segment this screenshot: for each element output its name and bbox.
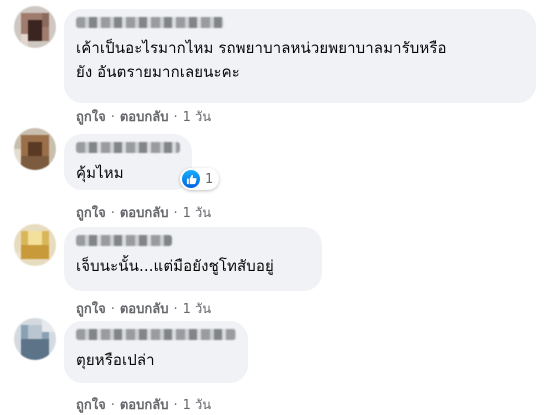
like-link[interactable]: ถูกใจ xyxy=(76,110,106,125)
avatar[interactable] xyxy=(14,318,56,360)
separator: · xyxy=(173,110,178,125)
timestamp[interactable]: 1 วัน xyxy=(183,110,212,125)
comment-bubble: ตุยหรือเปล่า xyxy=(64,321,248,383)
comment-bubble: เค้าเป็นอะไรมากไหม รถพยาบาลหน่วยพยาบาลมา… xyxy=(64,9,536,103)
comment-text: ตุยหรือเปล่า xyxy=(76,351,155,369)
comment-actions: ถูกใจ · ตอบกลับ · 1 วัน xyxy=(76,202,211,223)
commenter-name[interactable] xyxy=(76,142,180,153)
like-link[interactable]: ถูกใจ xyxy=(76,206,106,221)
reaction-count: 1 xyxy=(205,171,214,187)
avatar[interactable] xyxy=(14,224,56,266)
avatar[interactable] xyxy=(14,128,56,170)
like-link[interactable]: ถูกใจ xyxy=(76,398,106,413)
timestamp[interactable]: 1 วัน xyxy=(183,302,212,317)
reply-link[interactable]: ตอบกลับ xyxy=(120,110,169,125)
comment-text: เค้าเป็นอะไรมากไหม รถพยาบาลหน่วยพยาบาลมา… xyxy=(76,39,447,81)
reply-link[interactable]: ตอบกลับ xyxy=(120,302,169,317)
comment-bubble: คุ้มไหม xyxy=(64,134,192,190)
reply-link[interactable]: ตอบกลับ xyxy=(120,206,169,221)
timestamp[interactable]: 1 วัน xyxy=(183,398,212,413)
comment-bubble: เจ็บนะนั้น...แต่มือยังชูโทสับอยู่ xyxy=(64,227,322,291)
separator: · xyxy=(173,302,178,317)
comment-actions: ถูกใจ · ตอบกลับ · 1 วัน xyxy=(76,298,211,319)
separator: · xyxy=(110,398,115,413)
comment-text: คุ้มไหม xyxy=(76,164,124,182)
avatar[interactable] xyxy=(14,6,56,48)
commenter-name[interactable] xyxy=(76,17,224,28)
commenter-name[interactable] xyxy=(76,235,172,246)
comment-text: เจ็บนะนั้น...แต่มือยังชูโทสับอยู่ xyxy=(76,257,274,275)
reaction-summary[interactable]: 1 xyxy=(180,168,220,190)
timestamp[interactable]: 1 วัน xyxy=(183,206,212,221)
comment-actions: ถูกใจ · ตอบกลับ · 1 วัน xyxy=(76,394,211,415)
separator: · xyxy=(173,398,178,413)
separator: · xyxy=(110,302,115,317)
comment-actions: ถูกใจ · ตอบกลับ · 1 วัน xyxy=(76,106,211,127)
commenter-name[interactable] xyxy=(76,329,236,340)
separator: · xyxy=(110,110,115,125)
separator: · xyxy=(173,206,178,221)
separator: · xyxy=(110,206,115,221)
like-link[interactable]: ถูกใจ xyxy=(76,302,106,317)
reply-link[interactable]: ตอบกลับ xyxy=(120,398,169,413)
like-thumb-icon xyxy=(182,170,200,188)
